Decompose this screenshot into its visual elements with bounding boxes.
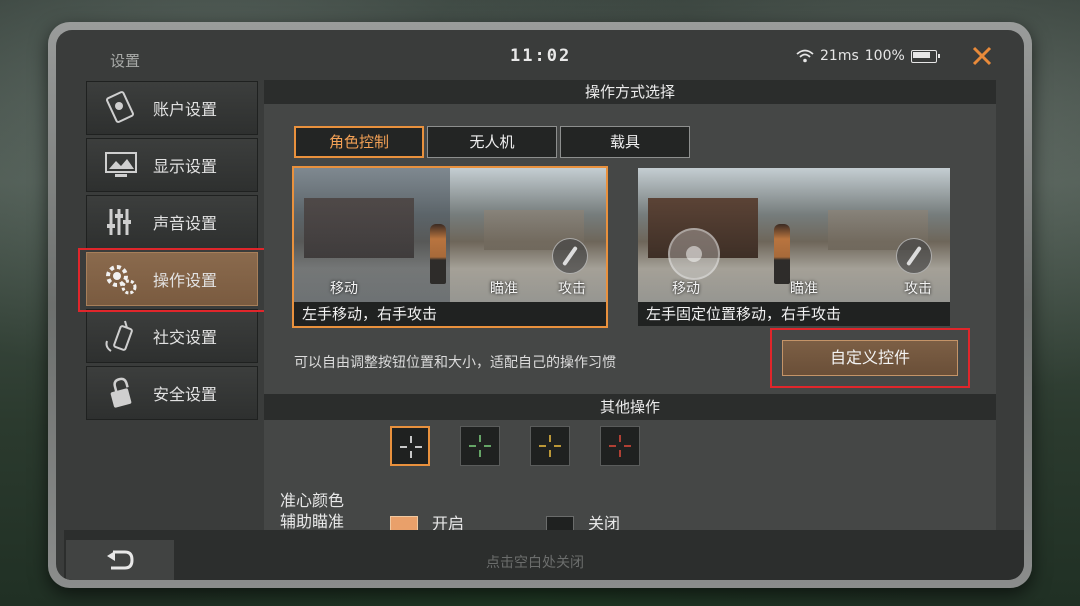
- tab-vehicle[interactable]: 载具: [560, 126, 690, 158]
- attack-button-icon: [552, 238, 588, 274]
- clock: 11:02: [510, 46, 572, 66]
- sidebar-item-security[interactable]: 安全设置: [86, 366, 258, 420]
- attack-label: 攻击: [558, 281, 586, 297]
- sidebar-item-social[interactable]: 社交设置: [86, 309, 258, 363]
- character-figure: [430, 224, 446, 284]
- customize-hint: 可以自由调整按钮位置和大小，适配自己的操作习惯: [294, 355, 616, 371]
- account-card-icon: [101, 90, 141, 126]
- sidebar-item-label: 社交设置: [153, 328, 218, 347]
- sidebar-item-display[interactable]: 显示设置: [86, 138, 258, 192]
- control-tabs: 角色控制 无人机 载具: [294, 126, 690, 158]
- tab-drone[interactable]: 无人机: [427, 126, 557, 158]
- section-header-control-mode: 操作方式选择: [264, 80, 996, 104]
- crosshair-color-red[interactable]: [600, 426, 640, 466]
- highlight-box-custom: [770, 328, 970, 388]
- settings-device-frame: 设置 11:02 21ms 100% 账户设置 显示设置 声音设置 操作设置 社…: [48, 22, 1032, 588]
- aim-label: 瞄准: [490, 281, 518, 297]
- back-button[interactable]: [66, 540, 174, 580]
- control-mode-card-2[interactable]: 移动 瞄准 攻击 左手固定位置移动，右手攻击: [638, 168, 950, 326]
- wifi-icon: [796, 49, 814, 63]
- crosshair-color-green[interactable]: [460, 426, 500, 466]
- sidebar-item-label: 账户设置: [153, 100, 218, 119]
- assist-aim-on-label: 开启: [432, 514, 465, 530]
- battery-icon: [910, 49, 940, 63]
- settings-screen: 设置 11:02 21ms 100% 账户设置 显示设置 声音设置 操作设置 社…: [56, 30, 1024, 580]
- tab-character[interactable]: 角色控制: [294, 126, 424, 158]
- mode-preview-image: 移动 瞄准 攻击: [638, 168, 950, 302]
- mode-caption: 左手固定位置移动，右手攻击: [638, 302, 950, 326]
- crosshair-icon: [469, 435, 491, 457]
- control-mode-card-1[interactable]: 移动 瞄准 攻击 左手移动，右手攻击: [292, 166, 608, 328]
- crosshair-icon: [609, 435, 631, 457]
- close-button[interactable]: [968, 42, 996, 70]
- section-header-other: 其他操作: [264, 394, 996, 420]
- aim-label: 瞄准: [790, 281, 818, 297]
- highlight-box-controls: [78, 248, 266, 312]
- back-arrow-icon: [107, 550, 134, 570]
- assist-aim-off-label: 关闭: [588, 514, 621, 530]
- sidebar-item-label: 显示设置: [153, 157, 218, 176]
- crosshair-color-white[interactable]: [390, 426, 430, 466]
- lock-icon: [101, 375, 141, 411]
- crosshair-icon: [400, 436, 422, 458]
- sidebar-item-label: 安全设置: [153, 385, 218, 404]
- attack-button-icon: [896, 238, 932, 274]
- close-hint-text: 点击空白处关闭: [486, 555, 584, 571]
- crosshair-icon: [539, 435, 561, 457]
- sidebar-item-sound[interactable]: 声音设置: [86, 195, 258, 249]
- mode-preview-image: 移动 瞄准 攻击: [294, 168, 606, 302]
- sidebar-item-account[interactable]: 账户设置: [86, 81, 258, 135]
- monitor-icon: [101, 147, 141, 183]
- crosshair-color-yellow[interactable]: [530, 426, 570, 466]
- equalizer-icon: [101, 204, 141, 240]
- close-icon: [972, 46, 992, 66]
- sidebar-item-label: 声音设置: [153, 214, 218, 233]
- assist-aim-label: 辅助瞄准: [280, 512, 345, 530]
- status-bar: 21ms 100%: [796, 48, 940, 64]
- attack-label: 攻击: [904, 281, 932, 297]
- mode-caption: 左手移动，右手攻击: [294, 302, 606, 326]
- settings-title: 设置: [110, 52, 141, 70]
- character-figure: [774, 224, 790, 284]
- move-label: 移动: [672, 281, 700, 297]
- battery-value: 100%: [864, 48, 905, 64]
- walkie-talkie-icon: [101, 318, 141, 354]
- joystick-icon: [668, 228, 720, 280]
- move-label: 移动: [330, 281, 358, 297]
- ping-value: 21ms: [820, 48, 859, 64]
